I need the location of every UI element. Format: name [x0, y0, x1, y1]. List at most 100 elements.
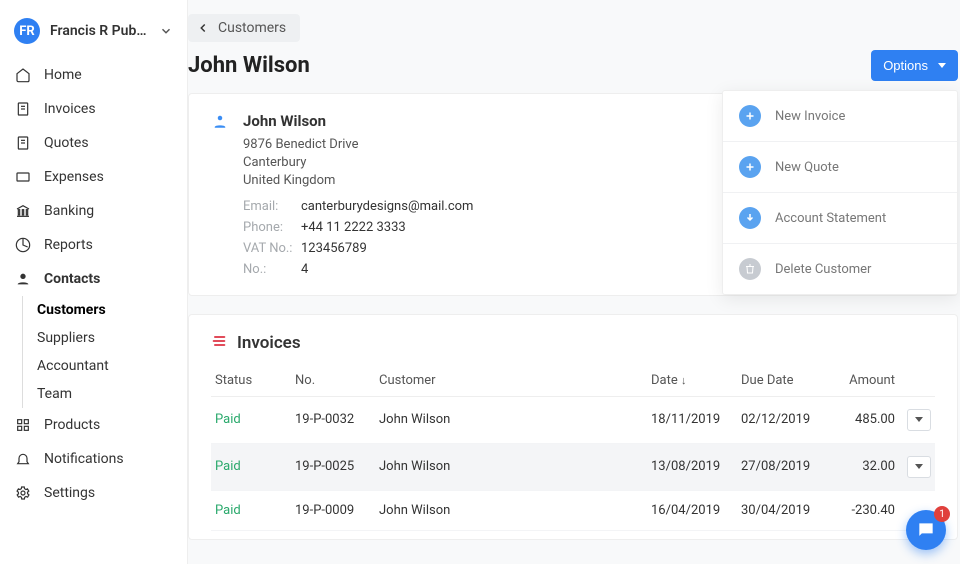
sidebar-item-home[interactable]: Home — [0, 58, 187, 92]
cell-no: 19-P-0032 — [291, 396, 375, 443]
sidebar-item-reports[interactable]: Reports — [0, 228, 187, 262]
bell-icon — [14, 451, 32, 467]
sidebar-item-label: Home — [44, 67, 82, 83]
sidebar-item-invoices[interactable]: Invoices — [0, 92, 187, 126]
cell-date: 18/11/2019 — [647, 396, 737, 443]
cell-status: Paid — [211, 443, 291, 490]
customer-address: 9876 Benedict Drive Canterbury United Ki… — [243, 136, 473, 191]
options-button[interactable]: Options — [871, 50, 958, 81]
customer-vat: 123456789 — [301, 241, 367, 256]
sidebar-item-label: Invoices — [44, 101, 96, 117]
cell-customer: John Wilson — [375, 490, 647, 530]
cell-status: Paid — [211, 396, 291, 443]
email-label: Email: — [243, 199, 293, 214]
sidebar-item-label: Quotes — [44, 135, 89, 151]
caret-down-icon — [915, 464, 923, 469]
subnav-label: Team — [37, 386, 72, 402]
page-title: John Wilson — [188, 53, 310, 78]
products-icon — [14, 417, 32, 433]
chevron-down-icon — [159, 24, 173, 38]
page-header: John Wilson Options — [188, 50, 960, 93]
address-line: 9876 Benedict Drive — [243, 136, 473, 154]
person-icon — [211, 112, 229, 277]
sidebar-item-banking[interactable]: Banking — [0, 194, 187, 228]
subnav-label: Suppliers — [37, 330, 95, 346]
opt-new-invoice[interactable]: New Invoice — [723, 91, 957, 141]
cell-amount: 485.00 — [833, 396, 899, 443]
customer-email: canterburydesigns@mail.com — [301, 199, 473, 214]
invoice-icon — [14, 101, 32, 117]
sidebar-item-label: Expenses — [44, 169, 104, 185]
trash-icon — [739, 258, 761, 280]
sidebar-item-settings[interactable]: Settings — [0, 476, 187, 510]
gear-icon — [14, 485, 32, 501]
table-row[interactable]: Paid 19-P-0009 John Wilson 16/04/2019 30… — [211, 490, 935, 530]
row-action-menu[interactable] — [907, 409, 931, 431]
col-date[interactable]: Date ↓ — [647, 365, 737, 397]
subnav-item-suppliers[interactable]: Suppliers — [23, 324, 187, 352]
cell-no: 19-P-0009 — [291, 490, 375, 530]
breadcrumb-back[interactable]: Customers — [188, 14, 300, 42]
cell-customer: John Wilson — [375, 396, 647, 443]
subnav-item-accountant[interactable]: Accountant — [23, 352, 187, 380]
col-status[interactable]: Status — [211, 365, 291, 397]
col-due[interactable]: Due Date — [737, 365, 833, 397]
opt-new-quote[interactable]: New Quote — [723, 141, 957, 192]
opt-account-statement[interactable]: Account Statement — [723, 192, 957, 243]
customer-phone: +44 11 2222 3333 — [301, 220, 406, 235]
table-header-row: Status No. Customer Date ↓ Due Date Amou… — [211, 365, 935, 397]
sidebar-item-expenses[interactable]: Expenses — [0, 160, 187, 194]
main-content: Customers John Wilson Options John Wilso… — [188, 0, 960, 564]
sidebar-item-label: Reports — [44, 237, 93, 253]
customer-number: 4 — [301, 262, 308, 277]
org-switcher[interactable]: FR Francis R Publi... — [0, 8, 187, 58]
breadcrumb: Customers — [188, 14, 960, 42]
opt-label: New Quote — [775, 160, 839, 175]
sidebar-subnav-contacts: Customers Suppliers Accountant Team — [22, 296, 187, 408]
table-row[interactable]: Paid 19-P-0032 John Wilson 18/11/2019 02… — [211, 396, 935, 443]
caret-down-icon — [938, 63, 946, 68]
sidebar-item-products[interactable]: Products — [0, 408, 187, 442]
opt-label: New Invoice — [775, 109, 845, 124]
subnav-label: Accountant — [37, 358, 109, 374]
sidebar: FR Francis R Publi... Home Invoices Quot… — [0, 0, 188, 564]
invoices-title: Invoices — [237, 333, 301, 353]
chat-badge: 1 — [934, 506, 950, 522]
cell-no: 19-P-0025 — [291, 443, 375, 490]
opt-label: Delete Customer — [775, 262, 871, 277]
sidebar-nav: Home Invoices Quotes Expenses Banking Re… — [0, 58, 187, 510]
subnav-item-team[interactable]: Team — [23, 380, 187, 408]
org-logo: FR — [14, 18, 40, 44]
chat-bubble[interactable]: 1 — [906, 510, 946, 550]
sidebar-item-notifications[interactable]: Notifications — [0, 442, 187, 476]
breadcrumb-label: Customers — [218, 20, 286, 36]
invoices-table: Status No. Customer Date ↓ Due Date Amou… — [211, 365, 935, 531]
quote-icon — [14, 135, 32, 151]
cell-due: 27/08/2019 — [737, 443, 833, 490]
download-icon — [739, 207, 761, 229]
options-button-label: Options — [883, 58, 928, 73]
vat-label: VAT No.: — [243, 241, 293, 256]
options-menu: New Invoice New Quote Account Statement … — [722, 90, 958, 295]
col-customer[interactable]: Customer — [375, 365, 647, 397]
sidebar-item-label: Banking — [44, 203, 94, 219]
sidebar-item-contacts[interactable]: Contacts — [0, 262, 187, 296]
row-action-menu[interactable] — [907, 456, 931, 478]
table-row[interactable]: Paid 19-P-0025 John Wilson 13/08/2019 27… — [211, 443, 935, 490]
col-amount[interactable]: Amount — [833, 365, 899, 397]
bank-icon — [14, 203, 32, 219]
col-no[interactable]: No. — [291, 365, 375, 397]
phone-label: Phone: — [243, 220, 293, 235]
org-name: Francis R Publi... — [50, 23, 149, 39]
report-icon — [14, 237, 32, 253]
opt-label: Account Statement — [775, 211, 886, 226]
opt-delete-customer[interactable]: Delete Customer — [723, 243, 957, 294]
subnav-item-customers[interactable]: Customers — [23, 296, 187, 324]
cell-amount: 32.00 — [833, 443, 899, 490]
sidebar-item-quotes[interactable]: Quotes — [0, 126, 187, 160]
customer-name: John Wilson — [243, 112, 473, 130]
address-line: Canterbury — [243, 154, 473, 172]
plus-icon — [739, 156, 761, 178]
sidebar-item-label: Settings — [44, 485, 95, 501]
sidebar-item-label: Products — [44, 417, 100, 433]
